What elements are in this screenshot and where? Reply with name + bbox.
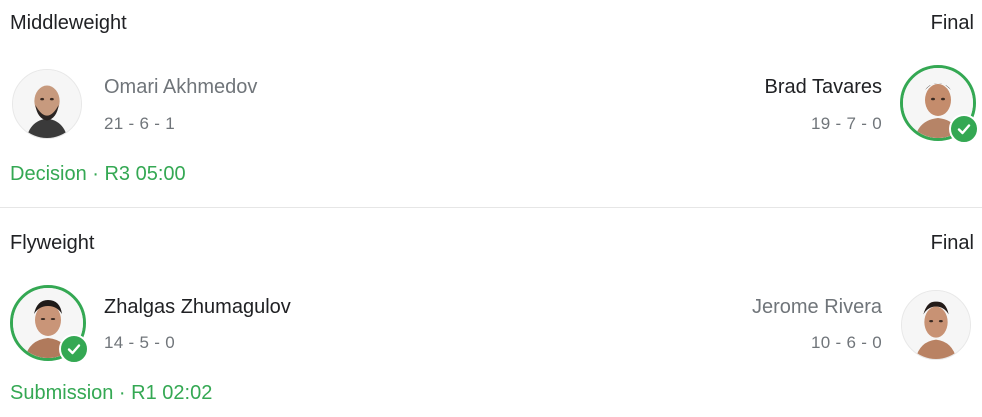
fighter-photo-jerome-rivera bbox=[902, 291, 970, 359]
fighter-record-left: 14 - 5 - 0 bbox=[104, 333, 176, 352]
fighter-avatar-right[interactable] bbox=[900, 65, 979, 144]
bout-status: Final bbox=[930, 232, 974, 254]
fighter-record-right: 10 - 6 - 0 bbox=[810, 333, 882, 352]
bout-result: Submission · R1 02:02 bbox=[10, 382, 213, 404]
fighter-avatar-left[interactable] bbox=[10, 285, 89, 364]
fighter-avatar-left[interactable] bbox=[12, 69, 82, 139]
fighter-record-left: 21 - 6 - 1 bbox=[104, 114, 176, 133]
weight-class-label: Middleweight bbox=[10, 12, 127, 34]
fighter-avatar-right[interactable] bbox=[901, 290, 971, 360]
bout-card-flyweight[interactable]: Flyweight Final Zhalgas Zhumagulov 14 - … bbox=[0, 208, 982, 417]
check-circle-icon bbox=[949, 114, 979, 144]
bout-card-middleweight[interactable]: Middleweight Final Omari Akhmedov 21 - 6… bbox=[0, 0, 982, 208]
fighter-name-right[interactable]: Brad Tavares bbox=[765, 76, 882, 99]
fighter-photo-omari-akhmedov bbox=[13, 70, 81, 138]
fighter-name-right[interactable]: Jerome Rivera bbox=[752, 296, 882, 319]
fighter-record-right: 19 - 7 - 0 bbox=[810, 114, 882, 133]
check-circle-icon bbox=[59, 334, 89, 364]
bout-status: Final bbox=[930, 12, 974, 34]
weight-class-label: Flyweight bbox=[10, 232, 95, 254]
fighter-name-left[interactable]: Omari Akhmedov bbox=[104, 76, 257, 99]
bout-result: Decision · R3 05:00 bbox=[10, 163, 186, 185]
fighter-name-left[interactable]: Zhalgas Zhumagulov bbox=[104, 296, 291, 319]
